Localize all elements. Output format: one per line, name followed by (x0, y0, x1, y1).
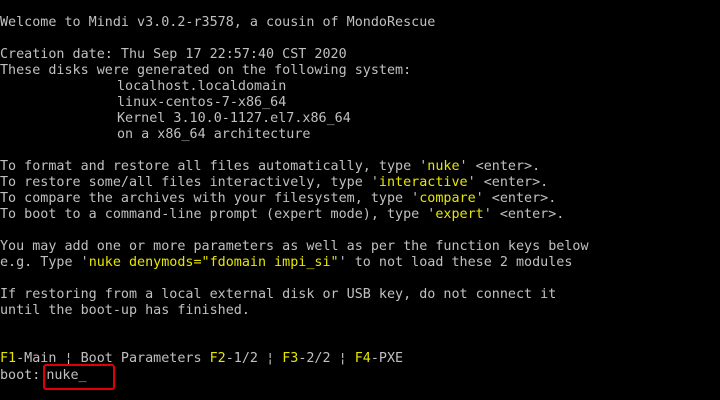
instruction-nuke: To format and restore all files automati… (0, 159, 540, 175)
separator: ¦ (266, 351, 275, 366)
params-text: e.g. Type ' (0, 255, 89, 270)
instruction-text: To compare the archives with your filesy… (0, 191, 420, 206)
params-text: ' to not load these 2 modules (338, 255, 573, 270)
instruction-text: To boot to a command-line prompt (expert… (0, 207, 436, 222)
system-distro: linux-centos-7-x86_64 (117, 95, 287, 110)
fkey-f1[interactable]: F1 (0, 351, 16, 366)
creation-date-line: Creation date: Thu Sep 17 22:57:40 CST 2… (0, 47, 347, 62)
command-expert: expert (435, 207, 484, 222)
restore-note-line-1: If restoring from a local external disk … (0, 287, 557, 302)
console-screen: Welcome to Mindi v3.0.2-r3578, a cousin … (0, 0, 720, 400)
system-hostname: localhost.localdomain (117, 79, 287, 94)
restore-note-line-2: until the boot-up has finished. (0, 303, 250, 318)
system-intro-line: These disks were generated on the follow… (0, 63, 412, 78)
separator: ¦ (338, 351, 347, 366)
params-line-2: e.g. Type 'nuke denymods="fdomain impi_s… (0, 255, 572, 271)
command-nuke: nuke (427, 159, 460, 174)
fkey-f3-label: -2/2 (298, 351, 331, 366)
fkey-f3[interactable]: F3 (282, 351, 298, 366)
welcome-line: Welcome to Mindi v3.0.2-r3578, a cousin … (0, 15, 436, 30)
fkey-f4-label: -PXE (370, 351, 404, 366)
command-compare: compare (419, 191, 476, 206)
boot-prompt-label: boot: (0, 368, 41, 383)
command-example: nuke denymods="fdomain impi_si" (88, 255, 339, 270)
command-interactive: interactive (378, 175, 468, 190)
instruction-text: ' <enter>. (483, 207, 565, 222)
instruction-text: ' <enter>. (475, 191, 557, 206)
instruction-text: ' <enter>. (459, 159, 541, 174)
fkey-f2-label: -1/2 (225, 351, 258, 366)
fkey-f4[interactable]: F4 (355, 351, 371, 366)
instruction-text: ' <enter>. (467, 175, 549, 190)
instruction-text: To format and restore all files automati… (0, 159, 428, 174)
params-line-1: You may add one or more parameters as we… (0, 239, 589, 254)
instruction-interactive: To restore some/all files interactively,… (0, 175, 548, 191)
instruction-text: To restore some/all files interactively,… (0, 175, 379, 190)
system-arch: on a x86_64 architecture (117, 127, 311, 142)
instruction-compare: To compare the archives with your filesy… (0, 191, 556, 207)
system-kernel: Kernel 3.10.0-1127.el7.x86_64 (117, 111, 351, 126)
instruction-expert: To boot to a command-line prompt (expert… (0, 207, 564, 223)
fkey-f2[interactable]: F2 (210, 351, 226, 366)
highlight-box (43, 364, 115, 390)
